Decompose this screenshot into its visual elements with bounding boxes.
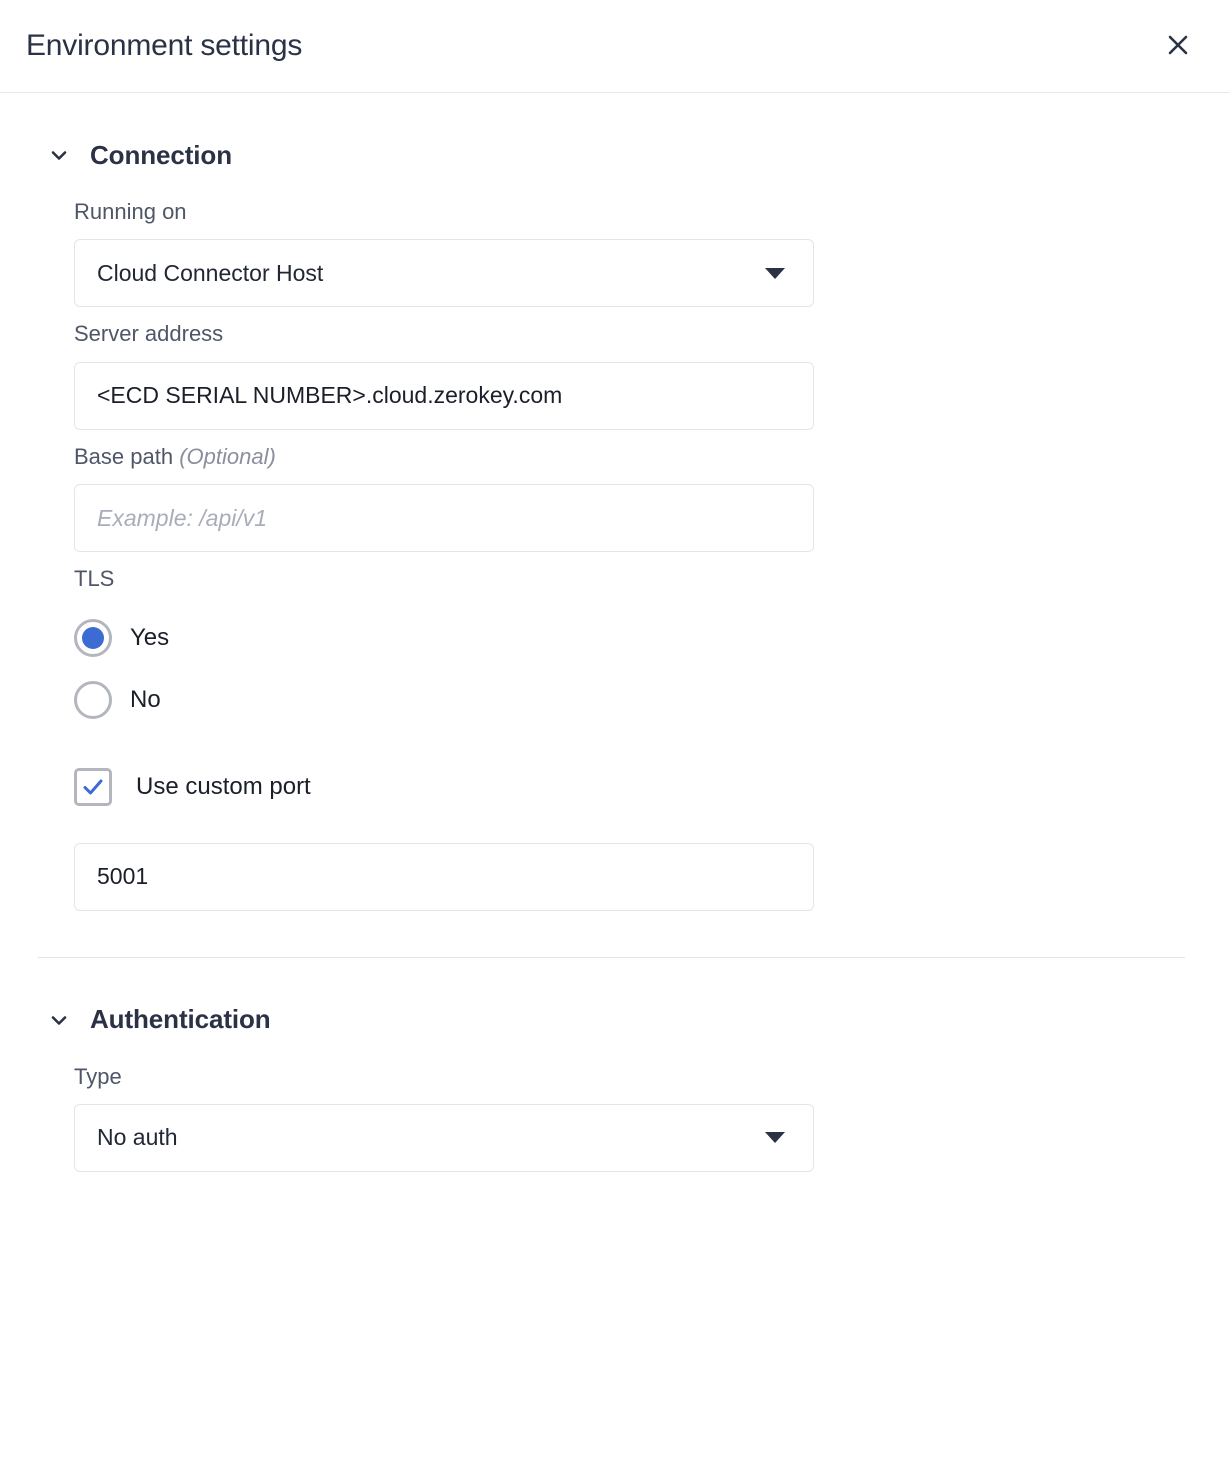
running-on-value: Cloud Connector Host xyxy=(97,259,324,286)
label-base-path-text: Base path xyxy=(74,443,174,469)
label-auth-type: Type xyxy=(74,1063,122,1089)
radio-no-icon xyxy=(74,680,112,719)
field-tls: TLS Yes No xyxy=(74,566,1230,730)
dialog-header: Environment settings xyxy=(0,0,1230,93)
section-header-authentication[interactable]: Authentication xyxy=(0,990,1230,1050)
field-running-on: Running on Cloud Connector Host xyxy=(74,199,1230,308)
custom-port-input[interactable] xyxy=(97,863,791,891)
authentication-fields: Type No auth xyxy=(0,1064,1230,1172)
use-custom-port-checkbox-row[interactable]: Use custom port xyxy=(74,763,1230,811)
use-custom-port-label: Use custom port xyxy=(136,772,311,800)
section-header-connection[interactable]: Connection xyxy=(0,125,1230,185)
section-title-connection: Connection xyxy=(90,139,232,170)
label-base-path-optional: (Optional) xyxy=(179,443,276,469)
section-title-authentication: Authentication xyxy=(90,1004,271,1035)
chevron-down-icon xyxy=(48,1009,70,1031)
label-running-on: Running on xyxy=(74,199,187,224)
field-base-path: Base path (Optional) xyxy=(74,444,1230,553)
caret-down-icon xyxy=(765,1132,785,1144)
caret-down-icon xyxy=(765,267,785,279)
dialog-body: Connection Running on Cloud Connector Ho… xyxy=(0,125,1230,1172)
field-auth-type: Type No auth xyxy=(74,1064,1230,1172)
environment-settings-dialog: Environment settings Connection Running … xyxy=(0,0,1230,1474)
auth-type-select[interactable]: No auth xyxy=(74,1103,814,1172)
checkbox-checked-icon xyxy=(74,767,112,806)
field-server-address: Server address xyxy=(74,321,1230,430)
server-address-control[interactable] xyxy=(74,361,814,430)
label-tls: TLS xyxy=(74,566,115,592)
tls-radio-no-label: No xyxy=(130,685,161,713)
label-server-address: Server address xyxy=(74,321,224,347)
custom-port-control[interactable] xyxy=(74,842,814,911)
field-custom-port xyxy=(74,842,1230,911)
radio-yes-icon xyxy=(74,618,112,657)
label-base-path: Base path (Optional) xyxy=(74,444,1230,470)
base-path-input[interactable] xyxy=(97,504,791,532)
page-title: Environment settings xyxy=(26,29,303,62)
tls-radio-yes-label: Yes xyxy=(130,623,170,651)
running-on-select[interactable]: Cloud Connector Host xyxy=(74,239,814,308)
base-path-control[interactable] xyxy=(74,484,814,553)
chevron-down-icon xyxy=(48,144,70,166)
server-address-input[interactable] xyxy=(97,382,791,410)
close-icon xyxy=(1164,31,1192,62)
close-button[interactable] xyxy=(1156,24,1200,68)
connection-fields: Running on Cloud Connector Host Server a… xyxy=(0,199,1230,911)
tls-radio-no[interactable]: No xyxy=(74,669,1230,731)
auth-type-value: No auth xyxy=(97,1124,178,1151)
section-divider xyxy=(38,956,1185,958)
tls-radio-yes[interactable]: Yes xyxy=(74,607,1230,669)
tls-radio-group: Yes No xyxy=(74,607,1230,731)
